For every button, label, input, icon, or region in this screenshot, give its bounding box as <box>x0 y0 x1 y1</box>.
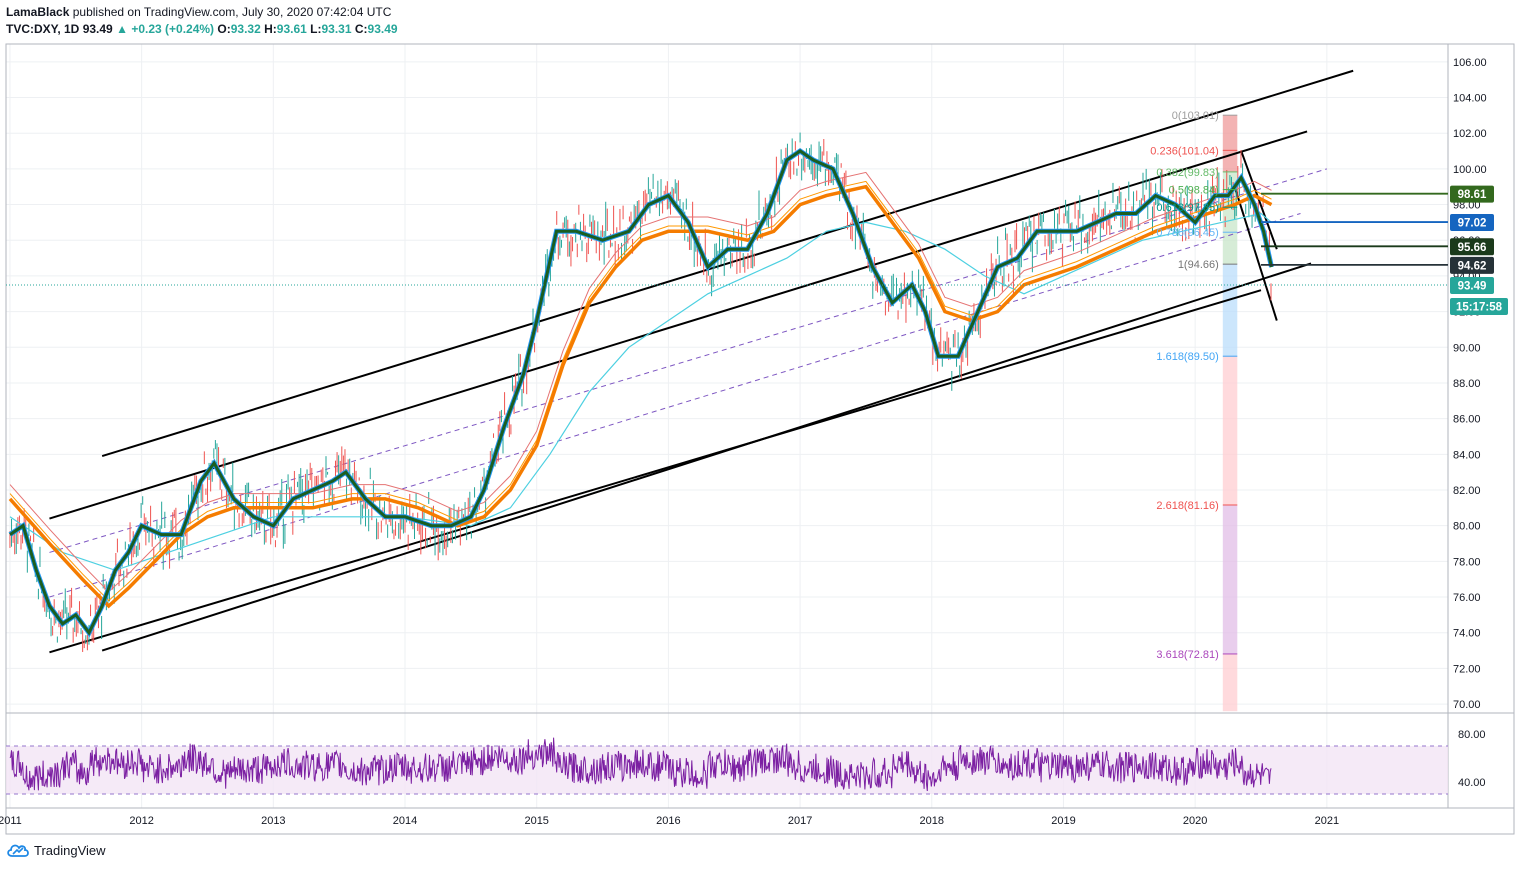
price-tick-label: 78.00 <box>1453 556 1481 568</box>
time-tick-label: 2014 <box>393 815 417 827</box>
footer-brand-label: TradingView <box>34 842 106 858</box>
time-tick-label: 2020 <box>1183 815 1207 827</box>
time-tick-label: 2018 <box>920 815 944 827</box>
price-tick-label: 86.00 <box>1453 414 1481 426</box>
channel-upper-line <box>101 69 1354 458</box>
time-tick-label: 2015 <box>524 815 548 827</box>
time-tick-label: 2019 <box>1051 815 1075 827</box>
fib-level-label: 3.618(72.81) <box>1156 649 1218 661</box>
rsi-tick-label: 80.00 <box>1458 729 1486 741</box>
channel-mid-dashed-2 <box>49 213 1301 598</box>
rsi-pane: 80.00 40.00 <box>6 729 1486 795</box>
price-tick-label: 106.00 <box>1453 57 1487 69</box>
fib-zone-band <box>1222 356 1238 505</box>
time-tick-label: 2021 <box>1315 815 1339 827</box>
candles <box>9 132 1272 652</box>
fib-level-label: 0(103.01) <box>1172 110 1219 122</box>
fib-level-label: 0.618(97.85) <box>1156 202 1218 214</box>
countdown-label: 15:17:58 <box>1456 302 1503 314</box>
price-tick-label: 72.00 <box>1453 663 1481 675</box>
price-tick-label: 74.00 <box>1453 628 1481 640</box>
price-tick-label: 70.00 <box>1453 699 1481 711</box>
price-tag-label: 95.66 <box>1458 242 1487 254</box>
price-tag-label: 94.62 <box>1458 260 1487 272</box>
time-tick-label: 2011 <box>0 815 22 827</box>
fib-zone-band <box>1222 504 1238 654</box>
fib-level-label: 0.382(99.83) <box>1156 167 1218 179</box>
price-tag-label: 98.61 <box>1458 189 1487 201</box>
fib-zone-band <box>1222 653 1238 712</box>
fib-zone-band <box>1222 264 1238 357</box>
fib-level-label: 0.5(98.84) <box>1169 185 1219 197</box>
price-tick-label: 84.00 <box>1453 449 1481 461</box>
time-tick-label: 2017 <box>788 815 812 827</box>
price-tick-label: 104.00 <box>1453 93 1487 105</box>
footer-brand[interactable]: TradingView <box>6 842 106 858</box>
time-tick-label: 2012 <box>129 815 153 827</box>
time-axis[interactable]: 2011 2012 2013 2014 2015 2016 2017 2018 2019 2020… <box>0 815 1339 827</box>
fib-level-label: 1.618(89.50) <box>1156 351 1218 363</box>
price-tag-label: 93.49 <box>1458 281 1487 293</box>
price-tick-label: 90.00 <box>1453 342 1481 354</box>
fib-level-label: 1(94.66) <box>1178 259 1219 271</box>
fib-zone-band <box>1222 115 1238 172</box>
price-tick-label: 100.00 <box>1453 164 1487 176</box>
time-tick-label: 2013 <box>261 815 285 827</box>
fib-level-label: 2.618(81.16) <box>1156 500 1218 512</box>
price-tick-label: 80.00 <box>1453 521 1481 533</box>
price-tick-label: 102.00 <box>1453 128 1487 140</box>
price-tick-label: 82.00 <box>1453 485 1481 497</box>
time-tick-label: 2016 <box>656 815 680 827</box>
tradingview-cloud-icon <box>7 844 29 857</box>
price-tick-label: 76.00 <box>1453 592 1481 604</box>
rsi-tick-label: 40.00 <box>1458 777 1486 789</box>
fib-level-label: 0.236(101.04) <box>1150 145 1219 157</box>
chart-canvas[interactable]: 0(103.01) 0.236(101.04) 0.382(99.83) 0.5(98… <box>0 0 1520 835</box>
ma-orange-thin-line <box>9 180 1272 602</box>
fib-level-label: 0.786(96.45) <box>1156 227 1218 239</box>
channel-lower-line-2 <box>101 262 1312 652</box>
price-axis[interactable]: 106.00104.00102.00100.0098.0096.0094.009… <box>1453 57 1487 711</box>
price-tick-label: 88.00 <box>1453 378 1481 390</box>
price-tag-label: 97.02 <box>1458 218 1487 230</box>
channel-lower-line-1 <box>49 289 1262 654</box>
